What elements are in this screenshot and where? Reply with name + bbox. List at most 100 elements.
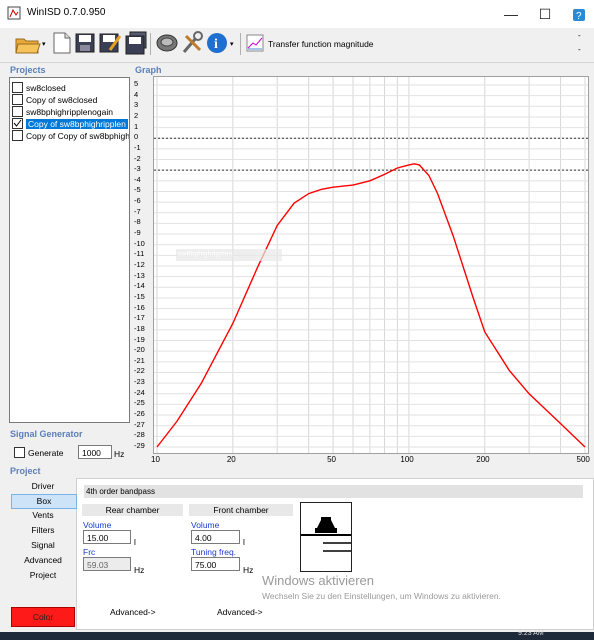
- driver-editor-icon[interactable]: [155, 30, 179, 56]
- plot-type-icon: [246, 34, 264, 52]
- nav-driver[interactable]: Driver: [11, 480, 75, 493]
- list-item[interactable]: sw8closed: [12, 82, 129, 94]
- y-tick-label: -20: [134, 345, 145, 355]
- y-tick-label: 5: [134, 79, 139, 88]
- y-tick-label: -10: [134, 238, 145, 248]
- plot-type-selector[interactable]: Transfer function magnitude: [268, 39, 374, 49]
- y-tick-label: -11: [134, 249, 145, 259]
- checkbox[interactable]: [12, 94, 23, 105]
- scroll-up-button[interactable]: -: [578, 31, 581, 40]
- list-item[interactable]: Copy of sw8closed: [12, 94, 129, 106]
- chart-svg: [154, 77, 588, 453]
- help-icon[interactable]: ?: [572, 8, 586, 22]
- checkbox[interactable]: [12, 130, 23, 141]
- signal-generator-label: Signal Generator: [10, 429, 83, 439]
- tools-icon[interactable]: [180, 30, 204, 56]
- checkbox-checked[interactable]: [12, 118, 23, 129]
- y-tick-label: -3: [134, 164, 141, 174]
- generate-checkbox-row[interactable]: Generate: [14, 447, 63, 458]
- box-type-header: 4th order bandpass: [84, 485, 583, 498]
- front-advanced-link[interactable]: Advanced->: [217, 607, 263, 617]
- toolbar-separator: [150, 33, 151, 55]
- y-tick-label: -19: [134, 334, 145, 344]
- scroll-down-button[interactable]: -: [578, 45, 581, 54]
- x-tick-label: 500: [576, 455, 590, 464]
- front-tuning-input[interactable]: 75.00: [191, 557, 240, 571]
- rear-volume-input[interactable]: 15.00: [83, 530, 131, 544]
- nav-signal[interactable]: Signal: [11, 539, 75, 552]
- rear-frc-unit: Hz: [134, 565, 145, 575]
- y-tick-label: -1: [134, 142, 141, 152]
- rear-advanced-link[interactable]: Advanced->: [110, 607, 156, 617]
- y-tick-label: -2: [134, 153, 141, 163]
- rear-volume-label: Volume: [83, 520, 112, 530]
- svg-text:i: i: [214, 37, 218, 52]
- front-tuning-label: Tuning freq.: [191, 547, 237, 557]
- frequency-unit: Hz: [114, 449, 125, 459]
- taskbar: [0, 632, 594, 640]
- y-tick-label: 0: [134, 132, 139, 142]
- y-tick-label: 4: [134, 89, 139, 99]
- nav-vents[interactable]: Vents: [11, 509, 75, 522]
- generate-checkbox[interactable]: [14, 447, 25, 458]
- svg-text:?: ?: [576, 11, 582, 22]
- open-folder-icon[interactable]: [14, 30, 41, 56]
- project-name: sw8bphighripplenogain: [26, 107, 113, 117]
- y-tick-label: -22: [134, 366, 145, 376]
- front-volume-unit: l: [243, 537, 245, 547]
- frequency-input[interactable]: 1000: [78, 445, 112, 459]
- nav-advanced[interactable]: Advanced: [11, 554, 75, 567]
- project-list: sw8closed Copy of sw8closed sw8bphighrip…: [9, 77, 130, 423]
- y-tick-label: -25: [134, 398, 145, 408]
- project-name: Copy of sw8closed: [26, 95, 98, 105]
- front-volume-label: Volume: [191, 520, 220, 530]
- y-tick-label: -16: [134, 302, 145, 312]
- y-tick-label: -5: [134, 185, 141, 195]
- graph-label: Graph: [135, 65, 162, 75]
- save-icon[interactable]: [74, 30, 98, 56]
- new-file-icon[interactable]: [51, 30, 75, 56]
- y-tick-label: -15: [134, 291, 145, 301]
- chevron-down-icon[interactable]: ▾: [42, 40, 46, 48]
- list-item[interactable]: Copy of sw8bphighripplen: [12, 118, 129, 130]
- toolbar-separator: [240, 33, 241, 55]
- checkbox[interactable]: [12, 82, 23, 93]
- list-item[interactable]: Copy of Copy of sw8bphigh: [12, 130, 129, 142]
- y-tick-label: -8: [134, 217, 141, 227]
- y-tick-label: -27: [134, 419, 145, 429]
- front-volume-input[interactable]: 4.00: [191, 530, 240, 544]
- save-all-icon[interactable]: [124, 30, 148, 56]
- project-name: sw8closed: [26, 83, 66, 93]
- front-tuning-unit: Hz: [243, 565, 254, 575]
- chevron-down-icon[interactable]: ▾: [230, 40, 234, 48]
- nav-box[interactable]: Box: [11, 494, 77, 509]
- rear-frc-field: 59.03: [83, 557, 131, 571]
- graph-watermark-label: sw8bphighripplen: [176, 249, 282, 261]
- window-title: WinISD 0.7.0.950: [27, 7, 106, 18]
- y-tick-label: -6: [134, 196, 141, 206]
- y-tick-label: -29: [134, 441, 145, 450]
- activation-subtitle: Wechseln Sie zu den Einstellungen, um Wi…: [262, 591, 501, 601]
- nav-filters[interactable]: Filters: [11, 524, 75, 537]
- x-tick-label: 10: [151, 455, 160, 464]
- save-as-icon[interactable]: [98, 30, 122, 56]
- color-button[interactable]: Color: [11, 607, 75, 627]
- front-chamber-header: Front chamber: [189, 504, 293, 516]
- checkbox[interactable]: [12, 106, 23, 117]
- y-tick-label: -21: [134, 355, 145, 365]
- app-icon: [7, 6, 21, 20]
- y-tick-label: -17: [134, 313, 145, 323]
- list-item[interactable]: sw8bphighripplenogain: [12, 106, 129, 118]
- projects-label: Projects: [10, 65, 46, 75]
- y-tick-label: -26: [134, 409, 145, 419]
- x-tick-label: 100: [400, 455, 414, 464]
- graph-area[interactable]: [153, 76, 589, 454]
- nav-project[interactable]: Project: [11, 569, 75, 582]
- maximize-button[interactable]: ☐: [530, 4, 560, 24]
- info-icon[interactable]: i: [205, 30, 229, 56]
- y-tick-label: -23: [134, 377, 145, 387]
- y-tick-label: 3: [134, 100, 139, 110]
- minimize-button[interactable]: —: [496, 4, 526, 24]
- y-tick-label: -4: [134, 174, 141, 184]
- project-name-selected: Copy of sw8bphighripplen: [26, 119, 128, 129]
